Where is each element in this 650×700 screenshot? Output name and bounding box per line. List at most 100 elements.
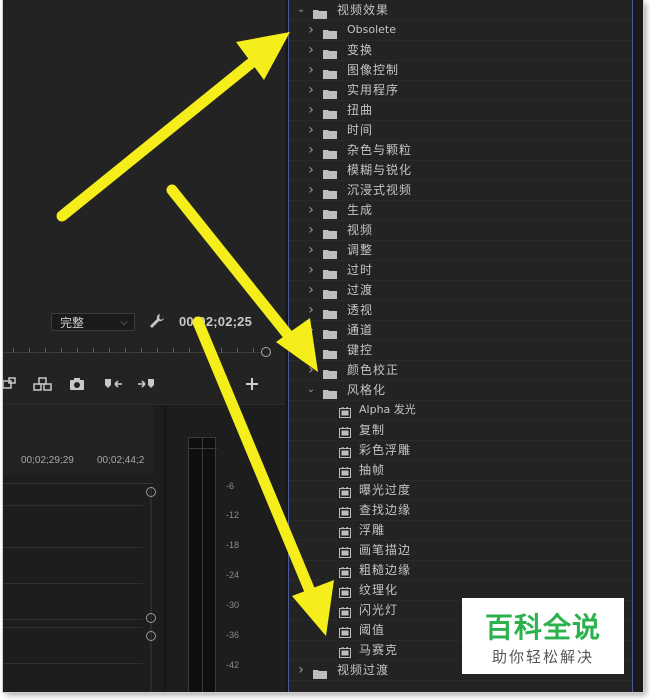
effect-folder[interactable]: › 通道 (289, 320, 632, 341)
chevron-right-icon[interactable]: › (305, 240, 317, 260)
effect-label: 彩色浮雕 (359, 443, 412, 457)
monitor-transport-toolbar (3, 372, 285, 396)
effect-folder[interactable]: › 图像控制 (289, 60, 632, 81)
effects-panel: ⌄ 视频效果 › Obsolete › 变换 › 图像控制 › 实用程序 › 扭曲 › 时间 › 杂色与颗粒 ›… (288, 0, 633, 692)
fit-dropdown[interactable]: 完整 ⌵ (51, 313, 135, 331)
effect-label: 浮雕 (359, 523, 386, 537)
monitor-time-ruler[interactable] (3, 344, 285, 362)
watermark-subtitle: 助你轻松解决 (491, 648, 594, 666)
chevron-right-icon[interactable]: › (305, 40, 317, 60)
watermark-logo: 百科全说 助你轻松解决 (462, 598, 624, 674)
chevron-right-icon[interactable]: › (305, 80, 317, 100)
effect-folder[interactable]: › 生成 (289, 200, 632, 221)
folder-icon (323, 245, 337, 259)
chevron-right-icon[interactable]: › (305, 300, 317, 320)
chevron-right-icon[interactable]: › (305, 120, 317, 140)
chevron-right-icon[interactable]: › (305, 20, 317, 40)
effect-folder[interactable]: › 视频 (289, 220, 632, 241)
go-to-out-icon[interactable] (137, 376, 157, 392)
effect-folder[interactable]: ⌄ 视频效果 (289, 0, 632, 21)
chevron-right-icon[interactable]: › (305, 340, 317, 360)
effect-label: 粗糙边缘 (359, 563, 412, 577)
effect-label: 键控 (347, 343, 374, 357)
effect-preset-icon (339, 604, 351, 618)
lift-extract-icon[interactable] (33, 376, 53, 392)
chevron-down-icon[interactable]: ⌄ (295, 0, 307, 20)
effect-folder[interactable]: › 实用程序 (289, 80, 632, 101)
chevron-right-icon[interactable]: › (305, 200, 317, 220)
effect-folder[interactable]: › 变换 (289, 40, 632, 61)
folder-icon (323, 165, 337, 179)
effect-folder[interactable]: › 扭曲 (289, 100, 632, 121)
effect-label: 通道 (347, 323, 374, 337)
folder-icon (323, 25, 337, 39)
add-button-icon[interactable] (245, 376, 259, 392)
effect-preset-icon (339, 464, 351, 478)
effect-folder[interactable]: › 键控 (289, 340, 632, 361)
effect-folder[interactable]: › 过渡 (289, 280, 632, 301)
folder-icon (323, 285, 337, 299)
effect-folder[interactable]: › 颜色校正 (289, 360, 632, 381)
effect-item[interactable]: 查找边缘 (289, 500, 632, 521)
go-to-in-icon[interactable] (103, 376, 123, 392)
chevron-right-icon[interactable]: › (305, 140, 317, 160)
effect-item[interactable]: 彩色浮雕 (289, 440, 632, 461)
effect-folder[interactable]: › 透视 (289, 300, 632, 321)
effect-folder[interactable]: › 过时 (289, 260, 632, 281)
timeline-ruler[interactable] (3, 473, 153, 484)
scroll-handle[interactable] (146, 631, 156, 641)
timeline-panel: 00;02;29;29 00;02;44;2 -6 -12 -18 -24 -3… (3, 404, 285, 692)
timeline-vertical-scrollbar[interactable] (146, 487, 156, 692)
chevron-right-icon[interactable]: › (305, 100, 317, 120)
folder-icon (323, 125, 337, 139)
folder-icon (323, 305, 337, 319)
folder-icon (313, 5, 327, 19)
chevron-down-icon[interactable]: ⌄ (305, 380, 317, 400)
panel-divider[interactable] (163, 405, 167, 692)
playhead-timecode[interactable]: 00;02;02;25 (179, 314, 252, 329)
folder-icon (323, 185, 337, 199)
effect-item[interactable]: 浮雕 (289, 520, 632, 541)
effect-item[interactable]: 画笔描边 (289, 540, 632, 561)
db-label: -24 (226, 570, 240, 580)
effect-label: 视频 (347, 223, 374, 237)
effect-folder[interactable]: › 沉浸式视频 (289, 180, 632, 201)
effect-item[interactable]: Alpha 发光 (289, 400, 632, 421)
effect-label: 曝光过度 (359, 483, 412, 497)
app-window: 完整 ⌵ 00;02;02;25 00;02;29;29 00;02;44;2 … (3, 0, 643, 692)
scroll-handle[interactable] (146, 613, 156, 623)
chevron-right-icon[interactable]: › (305, 280, 317, 300)
chevron-right-icon[interactable]: › (305, 60, 317, 80)
wrench-icon[interactable] (149, 313, 165, 331)
folder-icon (323, 65, 337, 79)
folder-icon (323, 145, 337, 159)
chevron-right-icon[interactable]: › (305, 360, 317, 380)
db-label: -18 (226, 540, 240, 550)
effect-folder[interactable]: ⌄ 风格化 (289, 380, 632, 401)
camera-icon[interactable] (69, 376, 85, 392)
effect-folder[interactable]: › Obsolete (289, 20, 632, 41)
effect-item[interactable]: 粗糙边缘 (289, 560, 632, 581)
scroll-handle[interactable] (146, 487, 156, 497)
chevron-right-icon[interactable]: › (305, 320, 317, 340)
effect-item[interactable]: 复制 (289, 420, 632, 441)
insert-icon[interactable] (3, 376, 17, 392)
chevron-right-icon[interactable]: › (305, 220, 317, 240)
effect-folder[interactable]: › 模糊与锐化 (289, 160, 632, 181)
chevron-right-icon[interactable]: › (305, 260, 317, 280)
chevron-right-icon[interactable]: › (295, 660, 307, 680)
effect-item[interactable]: 抽帧 (289, 460, 632, 481)
ruler-end-handle[interactable] (261, 347, 271, 357)
chevron-right-icon[interactable]: › (305, 160, 317, 180)
effect-label: 过渡 (347, 283, 374, 297)
effect-folder[interactable]: › 时间 (289, 120, 632, 141)
effect-preset-icon (339, 504, 351, 518)
chevron-right-icon[interactable]: › (305, 180, 317, 200)
effect-folder[interactable]: › 杂色与颗粒 (289, 140, 632, 161)
db-label: -12 (226, 510, 240, 520)
folder-icon (323, 385, 337, 399)
effect-label: 生成 (347, 203, 374, 217)
effect-item[interactable]: 曝光过度 (289, 480, 632, 501)
effect-folder[interactable]: › 调整 (289, 240, 632, 261)
effects-scrollbar[interactable] (633, 0, 643, 692)
